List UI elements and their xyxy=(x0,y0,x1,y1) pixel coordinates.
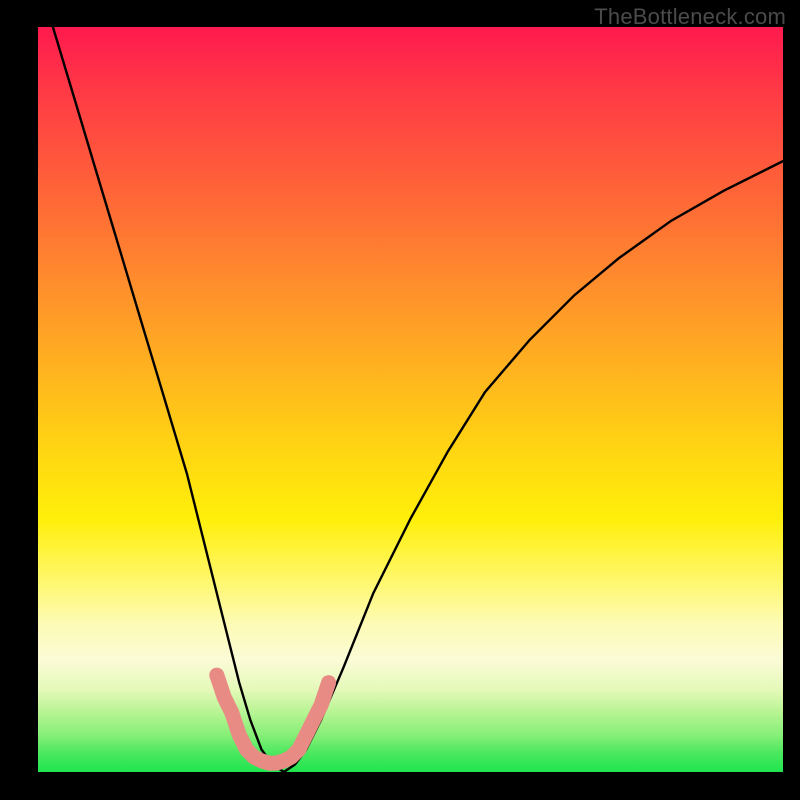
bottleneck-curve xyxy=(53,27,783,772)
highlight-band xyxy=(217,675,329,763)
watermark-text: TheBottleneck.com xyxy=(594,4,786,30)
curve-layer xyxy=(38,27,783,772)
plot-area xyxy=(38,27,783,772)
chart-frame: TheBottleneck.com xyxy=(0,0,800,800)
